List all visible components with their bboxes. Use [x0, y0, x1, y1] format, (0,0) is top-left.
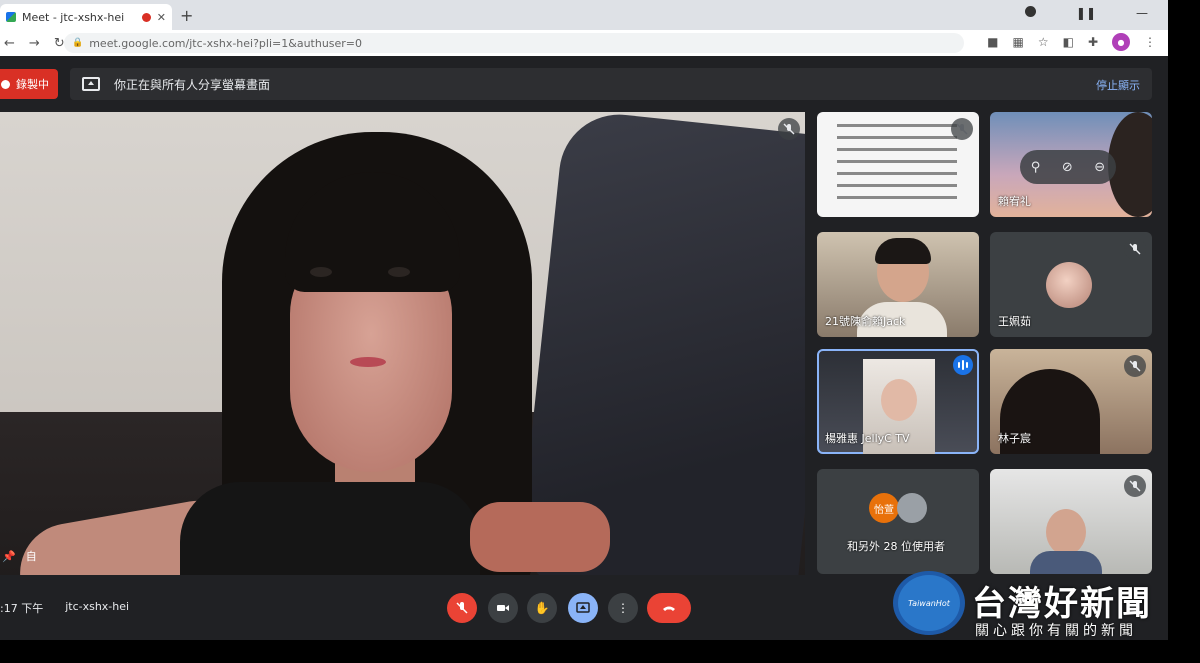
back-icon[interactable]: ← — [4, 36, 15, 51]
browser-tab-meet[interactable]: Meet - jtc-xshx-hei ✕ — [0, 4, 172, 30]
qr-icon[interactable]: ▦ — [1012, 35, 1023, 49]
others-avatars: 怡萱 — [869, 493, 927, 523]
remove-icon[interactable]: ⊖ — [1094, 160, 1105, 175]
main-pin-label: 自 — [25, 550, 37, 563]
tile-mic-off-icon — [1124, 238, 1146, 260]
tile-mic-off-icon — [1124, 475, 1146, 497]
star-icon[interactable]: ☆ — [1038, 35, 1049, 49]
video-eye-left — [310, 267, 332, 277]
present-button[interactable] — [568, 593, 598, 623]
meeting-time: :17 下午 — [0, 602, 44, 615]
pause-icon[interactable]: ❚❚ — [1076, 6, 1096, 20]
close-tab-icon[interactable]: ✕ — [157, 11, 166, 24]
main-video[interactable]: 📌 自 — [0, 112, 805, 575]
speaking-indicator-icon — [953, 355, 973, 375]
tile-name: 林子宸 — [998, 432, 1031, 445]
participant-tile-lin[interactable]: 林子宸 — [990, 349, 1152, 454]
main-video-label: 📌 自 — [2, 548, 37, 564]
avatar-other — [897, 493, 927, 523]
tile-mic-off-icon — [1124, 355, 1146, 377]
main-mic-off-icon — [778, 118, 800, 140]
forward-icon[interactable]: → — [29, 36, 40, 51]
menu-icon[interactable]: ⋮ — [1144, 35, 1156, 49]
participant-tile-office[interactable] — [990, 469, 1152, 574]
tile-hover-controls: ⚲ ⊘ ⊖ — [1020, 150, 1116, 184]
record-dot-icon — [1, 79, 10, 89]
puzzle-icon[interactable]: ✚ — [1088, 35, 1098, 49]
extension-icons: ■ ▦ ☆ ◧ ✚ ● ⋮ — [987, 33, 1156, 51]
video-lips — [350, 357, 386, 367]
tile-name: 楊雅惠 JellyC TV — [825, 432, 910, 445]
recording-indicator-icon — [141, 12, 151, 22]
recording-button[interactable]: 錄製中 — [0, 69, 58, 99]
meeting-code[interactable]: jtc-xshx-hei — [65, 600, 129, 616]
tab-title: Meet - jtc-xshx-hei — [22, 10, 125, 24]
participant-tile-others[interactable]: 怡萱 和另外 28 位使用者 — [817, 469, 979, 574]
mic-toggle-button[interactable] — [447, 593, 477, 623]
hang-up-button[interactable] — [647, 593, 691, 623]
tile-person — [1046, 509, 1086, 555]
stop-presenting-button[interactable]: 停止顯示 — [1096, 77, 1140, 93]
shared-document-preview — [837, 124, 957, 208]
tile-name: 21號陳俞賴Jack — [825, 315, 906, 328]
hang-up-icon — [663, 606, 675, 611]
new-tab-button[interactable]: + — [180, 6, 193, 25]
extension-icon[interactable]: ◧ — [1063, 35, 1074, 49]
media-control-icon[interactable] — [1024, 6, 1036, 17]
pin-icon[interactable]: 📌 — [2, 550, 16, 563]
watermark-title: 台灣好新聞 — [972, 584, 1152, 624]
tile-name: 王姵茹 — [998, 315, 1031, 328]
watermark-subtitle: 關心跟你有關的新聞 — [975, 623, 1137, 639]
camera-icon — [497, 605, 509, 611]
presenting-banner: 你正在與所有人分享螢幕畫面 停止顯示 — [70, 68, 1152, 100]
video-eye-right — [388, 267, 410, 277]
mute-icon[interactable]: ⊘ — [1062, 160, 1073, 175]
url-text: meet.google.com/jtc-xshx-hei?pli=1&authu… — [89, 36, 363, 50]
lock-icon: 🔒 — [72, 38, 84, 48]
video-shirt — [180, 482, 480, 575]
camera-toggle-button[interactable] — [488, 593, 518, 623]
participant-tile-jack[interactable]: 21號陳俞賴Jack — [817, 232, 979, 337]
pin-icon[interactable]: ⚲ — [1031, 160, 1041, 175]
camera-icon[interactable]: ■ — [987, 35, 998, 49]
present-icon — [576, 602, 590, 613]
hand-icon: ✋ — [534, 601, 550, 615]
profile-avatar[interactable]: ● — [1112, 33, 1130, 51]
address-bar[interactable]: 🔒 meet.google.com/jtc-xshx-hei?pli=1&aut… — [64, 33, 964, 53]
participant-tile-lai[interactable]: ⚲ ⊘ ⊖ 賴宥礼 — [990, 112, 1152, 217]
taiwanhot-logo-text: TaiwanHot — [898, 575, 960, 631]
tile-name: 賴宥礼 — [998, 195, 1031, 208]
raise-hand-button[interactable]: ✋ — [527, 593, 557, 623]
tile-person-shirt — [1030, 551, 1102, 574]
screenshot-root: Meet - jtc-xshx-hei ✕ + ❚❚ — ← → ↻ 🔒 mee… — [0, 0, 1200, 663]
banner-text: 你正在與所有人分享螢幕畫面 — [114, 77, 271, 92]
minimize-icon[interactable]: — — [1136, 6, 1148, 20]
tile-person-hair — [875, 238, 931, 264]
tile-mic-off-icon — [951, 118, 973, 140]
recording-label: 錄製中 — [16, 78, 49, 91]
participant-tile-screen[interactable] — [817, 112, 979, 217]
taiwanhot-logo: TaiwanHot — [893, 571, 965, 635]
present-screen-icon — [82, 77, 100, 91]
tile-name: 和另外 28 位使用者 — [847, 540, 945, 553]
window-controls: ❚❚ — — [1024, 6, 1148, 20]
video-arm-right — [470, 502, 610, 572]
avatar-yixuan: 怡萱 — [869, 493, 899, 523]
more-options-button[interactable]: ⋮ — [608, 593, 638, 623]
participant-tile-jellyc[interactable]: 楊雅惠 JellyC TV — [817, 349, 979, 454]
tile-person — [881, 379, 917, 421]
meeting-details: :17 下午 jtc-xshx-hei — [0, 600, 129, 616]
participant-avatar — [1046, 262, 1092, 308]
more-vert-icon: ⋮ — [617, 601, 629, 615]
meet-favicon-icon — [6, 12, 16, 22]
screen-edge — [1168, 0, 1200, 663]
mic-off-icon — [456, 602, 468, 614]
browser-tab-bar: Meet - jtc-xshx-hei ✕ + ❚❚ — — [0, 0, 1168, 30]
participant-tile-wang[interactable]: 王姵茹 — [990, 232, 1152, 337]
